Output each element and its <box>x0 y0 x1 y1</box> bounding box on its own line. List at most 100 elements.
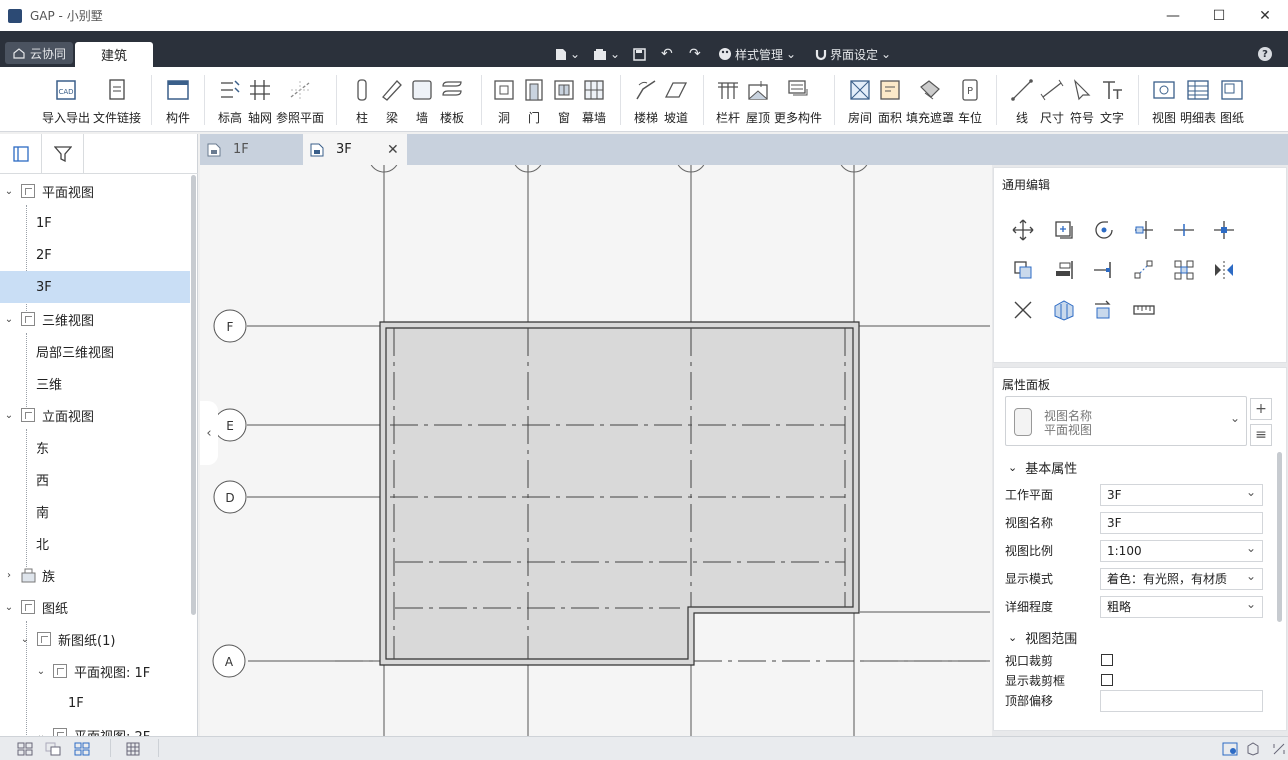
view-cube-icon[interactable] <box>1052 298 1076 322</box>
delete-icon[interactable] <box>1011 298 1035 322</box>
parking-button[interactable]: P 车位 <box>954 67 986 131</box>
array-icon[interactable] <box>1132 258 1156 282</box>
tree-node-family[interactable]: › 族 <box>0 559 190 591</box>
trim-icon[interactable] <box>1132 218 1156 242</box>
rotate-icon[interactable] <box>1092 218 1116 242</box>
level-button[interactable]: 标高 <box>214 67 246 131</box>
symbol-button[interactable]: 符号 <box>1066 67 1098 131</box>
tree-node-sheets[interactable]: ⌄ 图纸 <box>0 591 190 623</box>
tree-node-north[interactable]: 北 <box>0 527 190 559</box>
dimension-button[interactable]: 尺寸 <box>1036 67 1068 131</box>
minimize-button[interactable]: — <box>1150 0 1196 31</box>
style-manage-button[interactable]: 样式管理 ⌄ <box>718 44 796 64</box>
view-options-button[interactable]: ≡ <box>1250 424 1272 446</box>
tree-node-plan-views[interactable]: ⌄ 平面视图 <box>0 175 190 207</box>
floor-button[interactable]: 楼板 <box>436 67 468 131</box>
scale-status-icon[interactable] <box>1272 742 1286 756</box>
open-button[interactable]: ⌄ <box>593 44 620 64</box>
browser-toggle-button[interactable] <box>0 134 42 174</box>
measure-icon[interactable] <box>1132 298 1156 322</box>
basic-properties-header[interactable]: ⌄ 基本属性 <box>1008 458 1077 477</box>
group-icon[interactable] <box>1172 258 1196 282</box>
tree-node-1f[interactable]: 1F <box>0 207 190 239</box>
move-icon[interactable] <box>1011 218 1035 242</box>
cascade-view-icon[interactable] <box>45 742 61 756</box>
detail-level-select[interactable]: 粗略 <box>1100 594 1263 618</box>
display-mode-select[interactable]: 着色：有光照，有材质 <box>1100 566 1263 590</box>
top-offset-input[interactable] <box>1100 690 1263 712</box>
view-name-input[interactable]: 3F <box>1100 512 1263 534</box>
chevron-down-icon[interactable]: ⌄ <box>4 314 14 325</box>
door-button[interactable]: 门 <box>520 67 548 131</box>
grid-toggle-icon[interactable] <box>126 742 140 756</box>
close-tab-icon[interactable]: ✕ <box>387 142 399 158</box>
view-type-selector[interactable]: 视图名称 平面视图 ⌄ <box>1005 396 1247 446</box>
view-scale-select[interactable]: 1:100 <box>1100 538 1263 562</box>
help-button[interactable]: ? <box>1258 47 1272 61</box>
tree-node-west[interactable]: 西 <box>0 463 190 495</box>
tree-node-3d-views[interactable]: ⌄ 三维视图 <box>0 303 190 335</box>
tree-scrollbar[interactable] <box>191 175 196 615</box>
work-plane-select[interactable]: 3F <box>1100 482 1263 506</box>
add-view-button[interactable]: + <box>1250 398 1272 420</box>
curtain-wall-button[interactable]: 幕墙 <box>578 67 610 131</box>
view-button[interactable]: 视图 <box>1148 67 1180 131</box>
view-range-header[interactable]: ⌄ 视图范围 <box>1008 628 1077 647</box>
maximize-button[interactable]: ☐ <box>1196 0 1242 31</box>
undo-button[interactable]: ↶ <box>661 44 673 64</box>
tree-node-sheet-1f[interactable]: 1F <box>0 687 190 719</box>
tile-view-icon[interactable] <box>17 742 33 756</box>
tree-node-sheet-plan-2f[interactable]: ⌄ 平面视图: 2F <box>0 719 190 736</box>
collapse-panel-button[interactable]: ‹ <box>200 401 218 465</box>
new-file-button[interactable]: ⌄ <box>555 44 580 64</box>
tree-node-new-sheet[interactable]: ⌄ 新图纸(1) <box>0 623 190 655</box>
mirror-axis-icon[interactable] <box>1092 258 1116 282</box>
chevron-down-icon[interactable]: ⌄ <box>4 186 14 197</box>
beam-button[interactable]: 梁 <box>378 67 406 131</box>
grid-button[interactable]: 轴网 <box>244 67 276 131</box>
copy-icon[interactable] <box>1052 218 1076 242</box>
fill-mask-button[interactable]: 填充遮罩 <box>904 67 956 131</box>
drawing-canvas[interactable]: F E D A ‹ <box>200 165 992 736</box>
tree-node-3d[interactable]: 三维 <box>0 367 190 399</box>
more-components-button[interactable]: 更多构件 <box>772 67 824 131</box>
chevron-down-icon[interactable]: ⌄ <box>20 634 30 645</box>
save-button[interactable] <box>633 44 646 64</box>
show-crop-checkbox[interactable] <box>1101 674 1113 686</box>
3d-view-status-icon[interactable] <box>1246 742 1260 756</box>
filter-button[interactable] <box>42 134 84 174</box>
roof-button[interactable]: 屋顶 <box>742 67 774 131</box>
cloud-collab-button[interactable]: 云协同 <box>5 42 73 64</box>
multi-view-icon[interactable] <box>74 742 90 756</box>
chevron-down-icon[interactable]: ⌄ <box>4 410 14 421</box>
plan-view-status-icon[interactable] <box>1222 742 1238 756</box>
sheet-button[interactable]: 图纸 <box>1216 67 1248 131</box>
tab-3f[interactable]: 3F ✕ <box>303 134 407 165</box>
window-button[interactable]: 窗 <box>550 67 578 131</box>
ref-plane-button[interactable]: 参照平面 <box>274 67 326 131</box>
wall-button[interactable]: 墙 <box>408 67 436 131</box>
align-to-icon[interactable] <box>1092 298 1116 322</box>
import-export-button[interactable]: CAD 导入导出 <box>38 67 94 131</box>
tree-node-3f[interactable]: 3F <box>0 271 190 303</box>
text-button[interactable]: 文字 <box>1096 67 1128 131</box>
tree-node-east[interactable]: 东 <box>0 431 190 463</box>
file-link-button[interactable]: 文件链接 <box>92 67 142 131</box>
tab-1f[interactable]: 1F <box>200 134 302 165</box>
chevron-down-icon[interactable]: ⌄ <box>36 666 46 677</box>
room-button[interactable]: 房间 <box>844 67 876 131</box>
component-button[interactable]: 构件 <box>160 67 196 131</box>
line-button[interactable]: 线 <box>1008 67 1036 131</box>
column-button[interactable]: 柱 <box>348 67 376 131</box>
offset-icon[interactable] <box>1011 258 1035 282</box>
area-button[interactable]: 面积 <box>874 67 906 131</box>
railing-button[interactable]: 栏杆 <box>712 67 744 131</box>
chevron-down-icon[interactable]: ⌄ <box>4 602 14 613</box>
stair-button[interactable]: 楼梯 <box>630 67 662 131</box>
chevron-right-icon[interactable]: › <box>4 570 14 581</box>
tab-architecture[interactable]: 建筑 <box>75 42 153 67</box>
tree-node-local-3d[interactable]: 局部三维视图 <box>0 335 190 367</box>
mirror-icon[interactable] <box>1212 258 1236 282</box>
ramp-button[interactable]: 坡道 <box>660 67 692 131</box>
floor-plan-drawing[interactable]: F E D A <box>200 165 992 736</box>
